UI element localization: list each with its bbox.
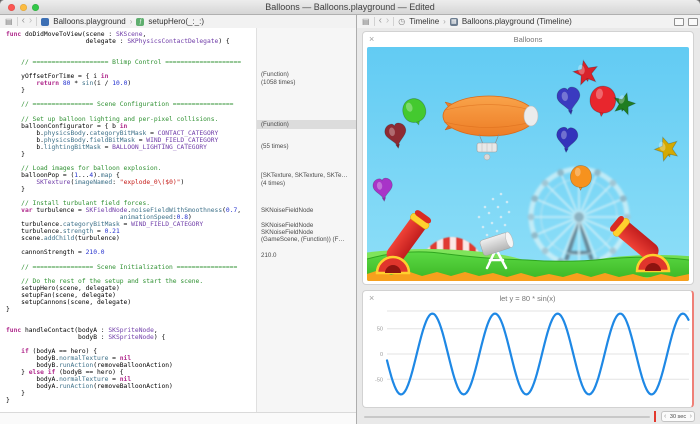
breadcrumb-file[interactable]: Balloons.playground xyxy=(53,17,126,26)
svg-text:-50: -50 xyxy=(375,377,383,383)
balloons-scene xyxy=(367,47,689,281)
timeline-slider-track[interactable] xyxy=(364,416,650,418)
assistant-editor-icon[interactable] xyxy=(674,18,684,26)
hero-character xyxy=(484,154,490,160)
timeline-pane: × Balloons xyxy=(356,28,700,424)
live-view-title: Balloons xyxy=(363,35,693,44)
breadcrumb-separator: › xyxy=(130,17,133,26)
title-bar[interactable]: Balloons — Balloons.playground — Edited xyxy=(0,0,700,15)
result-value[interactable]: SKNoiseFieldNode xyxy=(257,222,357,229)
results-sidebar: (Function)(1058 times)(Function)(55 time… xyxy=(256,28,357,412)
code-text: func doDidMoveToView(scene : SKScene, de… xyxy=(6,31,241,404)
time-window-value: 30 sec xyxy=(670,414,686,420)
related-items-icon[interactable]: ▤ xyxy=(5,18,13,26)
live-view-card: × Balloons xyxy=(362,31,694,285)
divider xyxy=(17,17,18,26)
breadcrumb-page[interactable]: Balloons.playground (Timeline) xyxy=(462,17,572,26)
live-view-header: × Balloons xyxy=(363,32,693,47)
chart-card: × let y = 80 * sin(x) 50 0 -50 xyxy=(362,290,694,408)
back-button[interactable]: ‹ xyxy=(379,16,382,26)
editor-jump-bar: ▤ ‹ › Balloons.playground › f setupHero(… xyxy=(0,15,361,29)
chart-header: × let y = 80 * sin(x) xyxy=(363,291,692,306)
svg-text:50: 50 xyxy=(377,327,383,333)
result-value[interactable]: 210.0 xyxy=(257,252,357,259)
result-value[interactable]: (1058 times) xyxy=(257,79,357,86)
stepper-increase-icon[interactable]: › xyxy=(690,413,692,420)
playground-file-icon xyxy=(41,18,49,26)
result-value[interactable]: (Function) xyxy=(257,120,357,129)
window-title: Balloons — Balloons.playground — Edited xyxy=(0,2,700,12)
breadcrumb-timeline[interactable]: Timeline xyxy=(409,17,439,26)
timeline-slider-row: ‹ 30 sec › xyxy=(357,410,700,424)
xcode-playground-window: Balloons — Balloons.playground — Edited … xyxy=(0,0,700,424)
function-icon: f xyxy=(136,18,144,26)
playhead-marker[interactable] xyxy=(654,411,656,422)
breadcrumb-symbol[interactable]: setupHero(_:_:) xyxy=(148,17,204,26)
forward-button[interactable]: › xyxy=(29,16,32,26)
chart-title: let y = 80 * sin(x) xyxy=(363,294,692,303)
result-value[interactable]: (Function) xyxy=(257,71,357,78)
forward-button[interactable]: › xyxy=(386,16,389,26)
stepper-decrease-icon[interactable]: ‹ xyxy=(664,413,666,420)
result-value[interactable]: [SKTexture, SKTexture, SKTe… xyxy=(257,172,357,179)
divider xyxy=(393,17,394,26)
source-editor[interactable]: func doDidMoveToView(scene : SKScene, de… xyxy=(0,28,256,412)
divider xyxy=(374,17,375,26)
editor-bottom-bar xyxy=(0,412,356,424)
result-value[interactable]: (GameScene, (Function)) (F… xyxy=(257,236,357,243)
time-window-stepper[interactable]: ‹ 30 sec › xyxy=(661,411,695,422)
playground-page-icon: ▦ xyxy=(450,18,458,26)
back-button[interactable]: ‹ xyxy=(22,16,25,26)
utilities-panel-icon[interactable] xyxy=(688,18,698,26)
divider xyxy=(36,17,37,26)
svg-text:0: 0 xyxy=(380,352,383,358)
result-value[interactable]: SKNoiseFieldNode xyxy=(257,207,357,214)
timeline-clock-icon: ◷ xyxy=(398,18,405,26)
timeline-jump-bar: ▤ ‹ › ◷ Timeline › ▦ Balloons.playground… xyxy=(356,15,700,29)
result-value[interactable]: (4 times) xyxy=(257,180,357,187)
sine-chart: 50 0 -50 xyxy=(363,307,693,401)
result-value[interactable]: (55 times) xyxy=(257,143,357,150)
breadcrumb-separator: › xyxy=(443,17,446,26)
result-value[interactable]: SKNoiseFieldNode xyxy=(257,229,357,236)
related-items-icon[interactable]: ▤ xyxy=(362,18,370,26)
